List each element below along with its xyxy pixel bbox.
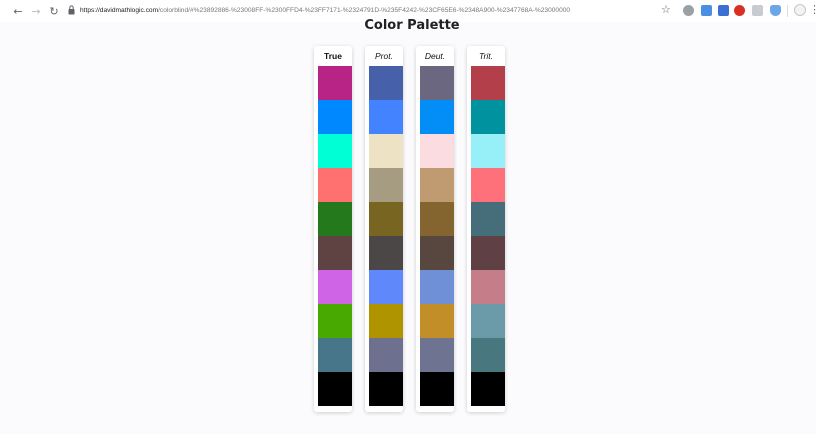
color-swatch[interactable] [420,66,454,100]
extension-icon[interactable] [734,5,745,16]
color-swatch[interactable] [420,304,454,338]
color-swatch[interactable] [420,236,454,270]
swatch-list [420,66,454,406]
color-swatch[interactable] [369,66,403,100]
color-swatch[interactable] [420,202,454,236]
color-swatch[interactable] [318,270,352,304]
color-swatch[interactable] [369,168,403,202]
column-deut: Deut. [416,46,454,412]
color-swatch[interactable] [318,134,352,168]
color-swatch[interactable] [471,202,505,236]
toolbar-divider [787,5,788,17]
color-swatch[interactable] [420,168,454,202]
color-swatch[interactable] [471,236,505,270]
color-swatch[interactable] [369,304,403,338]
color-swatch[interactable] [318,236,352,270]
color-swatch[interactable] [369,202,403,236]
color-swatch[interactable] [318,202,352,236]
extension-icon[interactable] [701,5,712,16]
color-swatch[interactable] [471,168,505,202]
lock-icon [68,5,75,15]
color-swatch[interactable] [318,304,352,338]
swatch-list [318,66,352,406]
extension-icon[interactable] [718,5,729,16]
color-swatch[interactable] [420,100,454,134]
star-icon[interactable]: ☆ [661,3,671,16]
extension-icon[interactable] [683,5,694,16]
column-label: True [324,51,342,61]
color-swatch[interactable] [471,338,505,372]
color-swatch[interactable] [369,270,403,304]
color-swatch[interactable] [369,100,403,134]
extension-icon[interactable] [770,5,781,16]
color-swatch[interactable] [420,338,454,372]
color-swatch[interactable] [471,134,505,168]
column-label: Trit. [478,51,493,61]
color-swatch[interactable] [318,372,352,406]
url-host: https://davidmathlogic.com [80,7,159,14]
color-swatch[interactable] [369,236,403,270]
column-label: Deut. [424,51,446,61]
color-swatch[interactable] [471,304,505,338]
color-swatch[interactable] [420,270,454,304]
address-bar[interactable]: https://davidmathlogic.com/colorblind/#%… [80,4,640,18]
column-prot: Prot. [365,46,403,412]
color-swatch[interactable] [471,100,505,134]
column-trit: Trit. [467,46,505,412]
color-swatch[interactable] [471,270,505,304]
profile-avatar[interactable] [794,4,806,16]
color-swatch[interactable] [318,168,352,202]
reload-icon[interactable]: ↻ [46,3,62,19]
color-swatch[interactable] [471,66,505,100]
swatch-list [471,66,505,406]
color-swatch[interactable] [471,372,505,406]
menu-dots-icon[interactable]: ⋮ [809,3,816,16]
extension-icon[interactable] [752,5,763,16]
color-swatch[interactable] [420,134,454,168]
color-swatch[interactable] [420,372,454,406]
color-swatch[interactable] [318,66,352,100]
swatch-list [369,66,403,406]
column-true: True [314,46,352,412]
color-swatch[interactable] [369,372,403,406]
back-arrow-icon[interactable]: ← [10,3,26,19]
page-title: Color Palette [364,18,460,33]
forward-arrow-icon[interactable]: → [28,3,44,19]
color-swatch[interactable] [318,100,352,134]
url-path: /colorblind/#%23892886-%23008FF-%2300FFD… [158,7,571,14]
color-swatch[interactable] [369,338,403,372]
color-swatch[interactable] [369,134,403,168]
column-label: Prot. [375,51,393,61]
color-swatch[interactable] [318,338,352,372]
